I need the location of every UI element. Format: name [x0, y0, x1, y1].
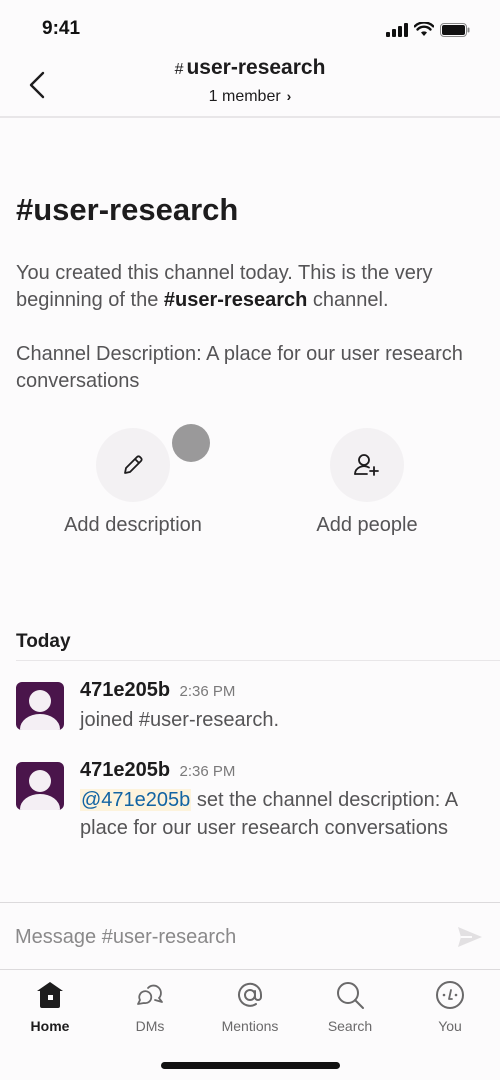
tab-you[interactable]: You: [400, 972, 500, 1042]
signal-icon: [386, 22, 408, 37]
add-description-circle[interactable]: [96, 428, 170, 502]
send-icon: [458, 927, 482, 947]
avatar-head: [29, 770, 51, 792]
status-icons: [386, 22, 470, 37]
avatar-body: [20, 714, 60, 730]
message-text: joined #user-research.: [80, 709, 279, 731]
channel-header: # user-research 1 member ›: [0, 50, 500, 118]
header-channel-name: user-research: [186, 56, 326, 79]
message-header: 471e205b 2:36 PM: [80, 679, 235, 702]
chevron-right-icon: ›: [286, 88, 292, 104]
avatar-head: [29, 690, 51, 712]
channel-intro-title: #user-research: [16, 192, 239, 227]
tab-home[interactable]: Home: [0, 972, 100, 1042]
add-person-icon: [354, 454, 379, 476]
tab-you-label: You: [438, 1018, 462, 1034]
channel-intro-text: You created this channel today. This is …: [16, 260, 486, 314]
add-people-button[interactable]: Add people: [277, 428, 457, 537]
tab-dms[interactable]: DMs: [100, 972, 200, 1042]
battery-icon: [440, 22, 470, 37]
day-divider-label: Today: [16, 631, 71, 652]
message-timestamp: 2:36 PM: [179, 763, 236, 780]
status-time: 9:41: [42, 18, 81, 39]
message-composer: [0, 902, 500, 970]
message-header: 471e205b 2:36 PM: [80, 759, 235, 782]
dms-icon: [137, 984, 163, 1005]
add-people-circle[interactable]: [330, 428, 404, 502]
message-item[interactable]: 471e205b 2:36 PM joined #user-research.: [16, 679, 496, 738]
search-icon: [337, 982, 364, 1009]
tab-home-label: Home: [30, 1018, 70, 1034]
home-indicator[interactable]: [161, 1062, 340, 1069]
wifi-icon: [414, 22, 434, 36]
message-author[interactable]: 471e205b: [80, 759, 170, 781]
message-timestamp: 2:36 PM: [179, 683, 236, 700]
avatar[interactable]: [16, 682, 64, 730]
tab-search-label: Search: [327, 1018, 373, 1034]
day-divider: [16, 660, 500, 661]
you-icon: [436, 981, 464, 1009]
home-icon: [37, 982, 63, 1008]
add-people-label: Add people: [316, 514, 418, 536]
message-input[interactable]: [15, 919, 435, 955]
channel-description: Channel Description: A place for our use…: [16, 343, 463, 392]
tab-dms-label: DMs: [135, 1018, 165, 1034]
intro-channel-link[interactable]: #user-research: [164, 289, 307, 311]
bottom-tab-bar: Home DMs Mentions Search You: [0, 972, 500, 1042]
tab-search[interactable]: Search: [300, 972, 400, 1042]
message-item[interactable]: 471e205b 2:36 PM @471e205b set the chann…: [16, 759, 496, 872]
member-count-link[interactable]: 1 member ›: [0, 88, 500, 106]
at-icon: [238, 982, 263, 1007]
intro-text-suffix: channel.: [307, 289, 389, 311]
message-text: @471e205b set the channel description: A…: [80, 786, 490, 842]
touch-indicator: [172, 424, 210, 462]
tab-mentions[interactable]: Mentions: [200, 972, 300, 1042]
avatar[interactable]: [16, 762, 64, 810]
send-button[interactable]: [456, 925, 484, 949]
tab-mentions-label: Mentions: [221, 1018, 279, 1034]
header-title[interactable]: # user-research: [0, 56, 500, 80]
member-count: 1 member: [208, 88, 281, 105]
message-author[interactable]: 471e205b: [80, 679, 170, 701]
add-description-label: Add description: [64, 514, 202, 536]
pencil-icon: [124, 455, 143, 474]
user-mention[interactable]: @471e205b: [80, 789, 192, 811]
avatar-body: [20, 794, 60, 810]
hash-icon: #: [174, 61, 184, 78]
